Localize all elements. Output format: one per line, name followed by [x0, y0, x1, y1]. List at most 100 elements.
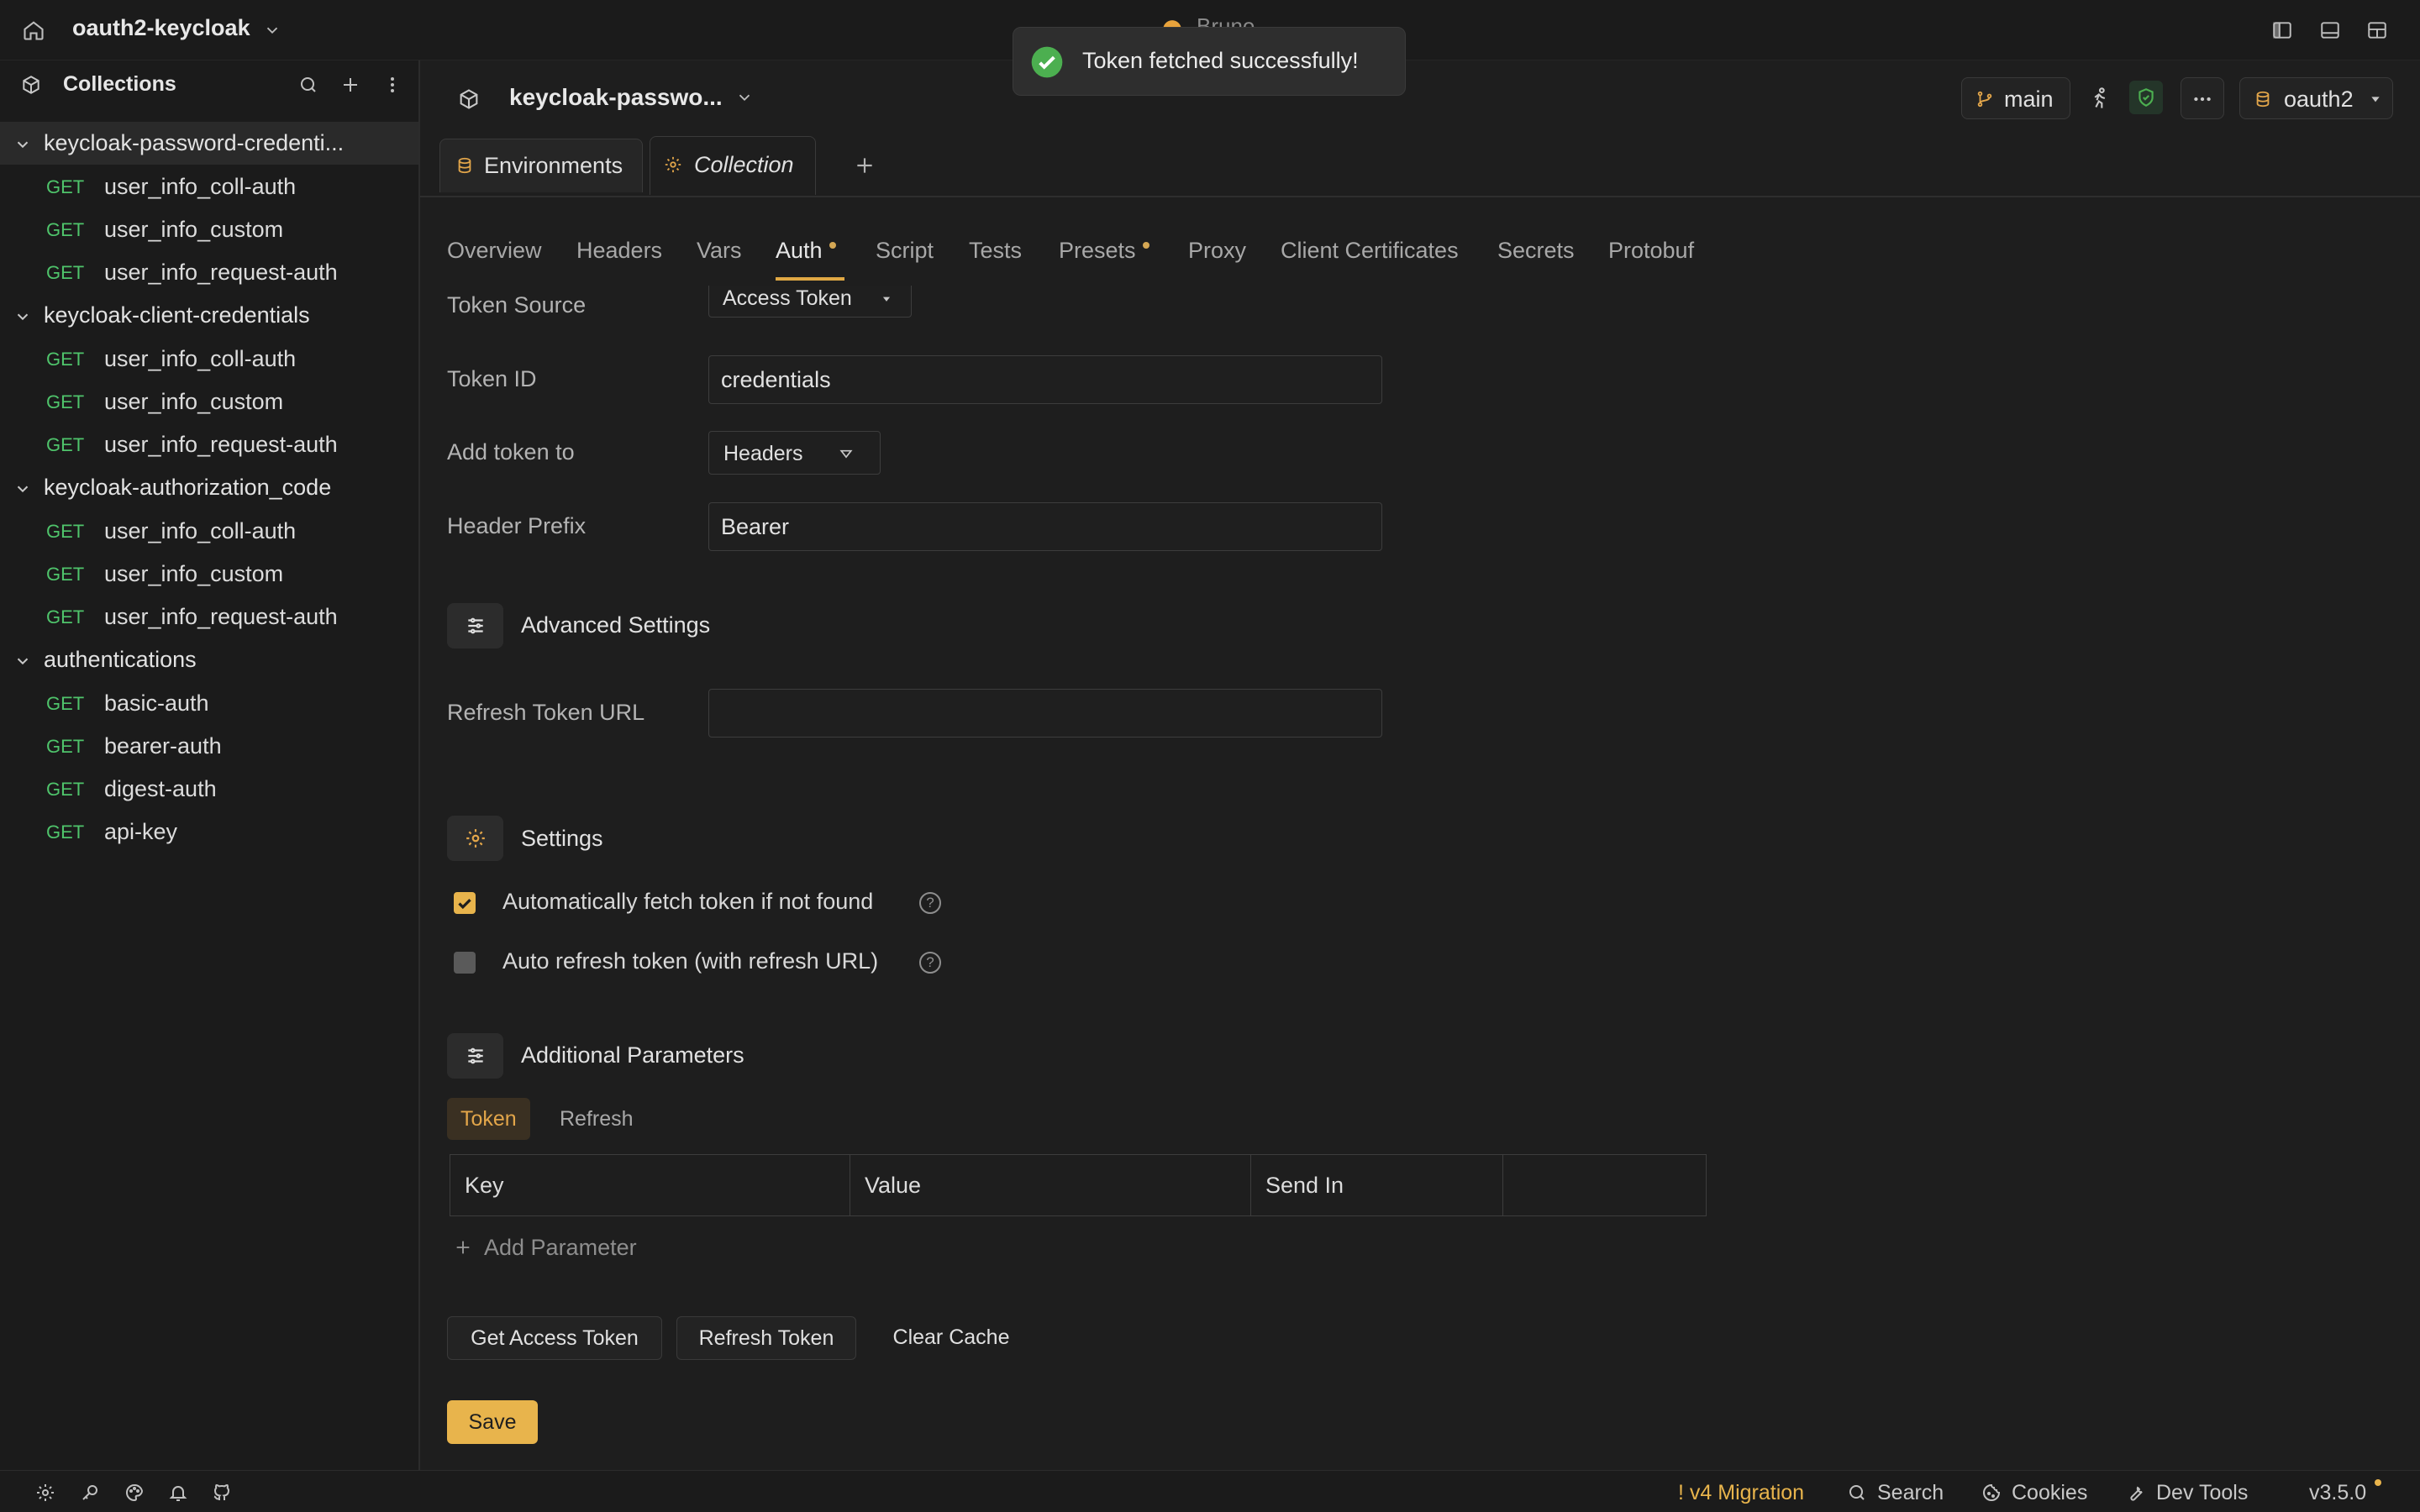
- dev-tools-button[interactable]: Dev Tools: [2156, 1481, 2248, 1505]
- request-method: GET: [46, 736, 85, 757]
- modified-dot: [1143, 242, 1150, 249]
- plus-icon: [452, 1236, 474, 1258]
- chevron-down-icon[interactable]: [733, 86, 756, 109]
- save-button[interactable]: Save: [447, 1400, 538, 1444]
- request-item[interactable]: GET bearer-auth: [0, 724, 418, 767]
- request-item[interactable]: GET user_info_request-auth: [0, 595, 418, 638]
- more-vertical-icon[interactable]: [380, 72, 405, 97]
- header-prefix-input[interactable]: Bearer: [708, 502, 1382, 551]
- collection-name: keycloak-authorization_code: [44, 475, 332, 500]
- help-icon[interactable]: ?: [919, 892, 941, 914]
- palette-icon[interactable]: [123, 1481, 146, 1504]
- request-name: basic-auth: [104, 690, 209, 716]
- request-item[interactable]: GET user_info_coll-auth: [0, 165, 418, 207]
- request-item[interactable]: GET user_info_coll-auth: [0, 337, 418, 380]
- refresh-token-url-label: Refresh Token URL: [447, 700, 645, 725]
- git-branch-icon: [1974, 88, 1996, 110]
- request-method: GET: [46, 262, 85, 283]
- workspace-name[interactable]: oauth2-keycloak: [72, 15, 250, 41]
- collection-item[interactable]: authentications: [0, 638, 418, 681]
- add-token-to-select[interactable]: Headers: [708, 431, 881, 475]
- collection-title[interactable]: keycloak-passwo...: [509, 84, 723, 111]
- nav-secrets[interactable]: Secrets: [1497, 238, 1575, 264]
- settings-icon-box: [447, 816, 503, 861]
- toggle-panel-icon[interactable]: [2317, 17, 2344, 44]
- shield-check-icon[interactable]: [2129, 81, 2163, 114]
- request-name: user_info_coll-auth: [104, 518, 297, 543]
- auto-fetch-checkbox[interactable]: [454, 892, 476, 914]
- active-tab-indicator: [776, 277, 844, 281]
- v4-migration-link[interactable]: ! v4 Migration: [1678, 1481, 1804, 1505]
- additional-params-title: Additional Parameters: [521, 1042, 744, 1068]
- request-item[interactable]: GET user_info_custom: [0, 380, 418, 423]
- add-tab-icon[interactable]: [850, 151, 879, 180]
- caret-down-icon: [2366, 90, 2385, 108]
- tab-divider: [420, 196, 2420, 197]
- token-id-input[interactable]: credentials: [708, 355, 1382, 404]
- advanced-settings-icon-box: [447, 603, 503, 648]
- request-name: user_info_request-auth: [104, 604, 338, 629]
- search-icon[interactable]: [296, 72, 321, 97]
- refresh-token-url-input[interactable]: [708, 689, 1382, 738]
- nav-headers[interactable]: Headers: [576, 238, 662, 264]
- request-item[interactable]: GET basic-auth: [0, 681, 418, 724]
- chevron-down-icon[interactable]: [260, 18, 284, 42]
- nav-proxy[interactable]: Proxy: [1188, 238, 1246, 264]
- add-token-to-label: Add token to: [447, 439, 575, 465]
- collection-item[interactable]: keycloak-authorization_code: [0, 466, 418, 509]
- token-source-label: Token Source: [447, 292, 587, 318]
- request-name: user_info_custom: [104, 389, 284, 414]
- nav-client-certificates[interactable]: Client Certificates: [1281, 238, 1459, 264]
- cookies-button[interactable]: Cookies: [2012, 1481, 2087, 1505]
- request-method: GET: [46, 391, 85, 412]
- request-item[interactable]: GET digest-auth: [0, 767, 418, 810]
- request-item[interactable]: GET user_info_request-auth: [0, 250, 418, 293]
- get-access-token-button[interactable]: Get Access Token: [447, 1316, 662, 1360]
- version-label: v3.5.0: [2309, 1481, 2367, 1504]
- request-item[interactable]: GET api-key: [0, 810, 418, 853]
- collection-item[interactable]: keycloak-password-credenti...: [0, 122, 418, 165]
- nav-tests[interactable]: Tests: [969, 238, 1022, 264]
- request-name: bearer-auth: [104, 733, 222, 759]
- request-method: GET: [46, 693, 85, 714]
- layout-icon[interactable]: [2364, 17, 2391, 44]
- nav-auth[interactable]: Auth: [776, 238, 823, 264]
- request-name: user_info_custom: [104, 561, 284, 586]
- github-icon[interactable]: [210, 1481, 234, 1504]
- help-icon[interactable]: ?: [919, 952, 941, 974]
- nav-vars[interactable]: Vars: [697, 238, 742, 264]
- request-item[interactable]: GET user_info_request-auth: [0, 423, 418, 465]
- request-name: user_info_custom: [104, 217, 284, 242]
- tab-environments[interactable]: Environments: [439, 139, 643, 192]
- toggle-sidebar-icon[interactable]: [2269, 17, 2296, 44]
- branch-selector[interactable]: main: [1961, 77, 2070, 119]
- environment-selector[interactable]: oauth2: [2239, 77, 2393, 119]
- collection-item[interactable]: keycloak-client-credentials: [0, 294, 418, 337]
- bell-icon[interactable]: [166, 1481, 190, 1504]
- request-item[interactable]: GET user_info_custom: [0, 207, 418, 250]
- runner-icon[interactable]: [2086, 84, 2114, 113]
- param-tab-refresh[interactable]: Refresh: [546, 1098, 647, 1140]
- nav-presets[interactable]: Presets: [1059, 238, 1136, 264]
- header-prefix-label: Header Prefix: [447, 513, 587, 538]
- refresh-token-button[interactable]: Refresh Token: [676, 1316, 856, 1360]
- home-icon[interactable]: [20, 17, 47, 44]
- nav-overview[interactable]: Overview: [447, 238, 542, 264]
- request-item[interactable]: GET user_info_coll-auth: [0, 509, 418, 552]
- search-button[interactable]: Search: [1877, 1481, 1944, 1505]
- key-icon[interactable]: [78, 1481, 102, 1504]
- column-header-key: Key: [450, 1155, 850, 1215]
- clear-cache-button[interactable]: Clear Cache: [874, 1316, 1028, 1360]
- add-icon[interactable]: [338, 72, 363, 97]
- param-tab-token[interactable]: Token: [447, 1098, 530, 1140]
- advanced-settings-title: Advanced Settings: [521, 612, 711, 638]
- request-item[interactable]: GET user_info_custom: [0, 552, 418, 595]
- nav-protobuf[interactable]: Protobuf: [1608, 238, 1694, 264]
- tab-collection[interactable]: Collection: [650, 136, 816, 195]
- more-options-button[interactable]: [2181, 77, 2224, 119]
- settings-icon[interactable]: [34, 1481, 57, 1504]
- token-id-label: Token ID: [447, 366, 537, 391]
- token-source-select[interactable]: Access Token: [708, 286, 912, 318]
- auto-refresh-checkbox[interactable]: [454, 952, 476, 974]
- nav-script[interactable]: Script: [876, 238, 934, 264]
